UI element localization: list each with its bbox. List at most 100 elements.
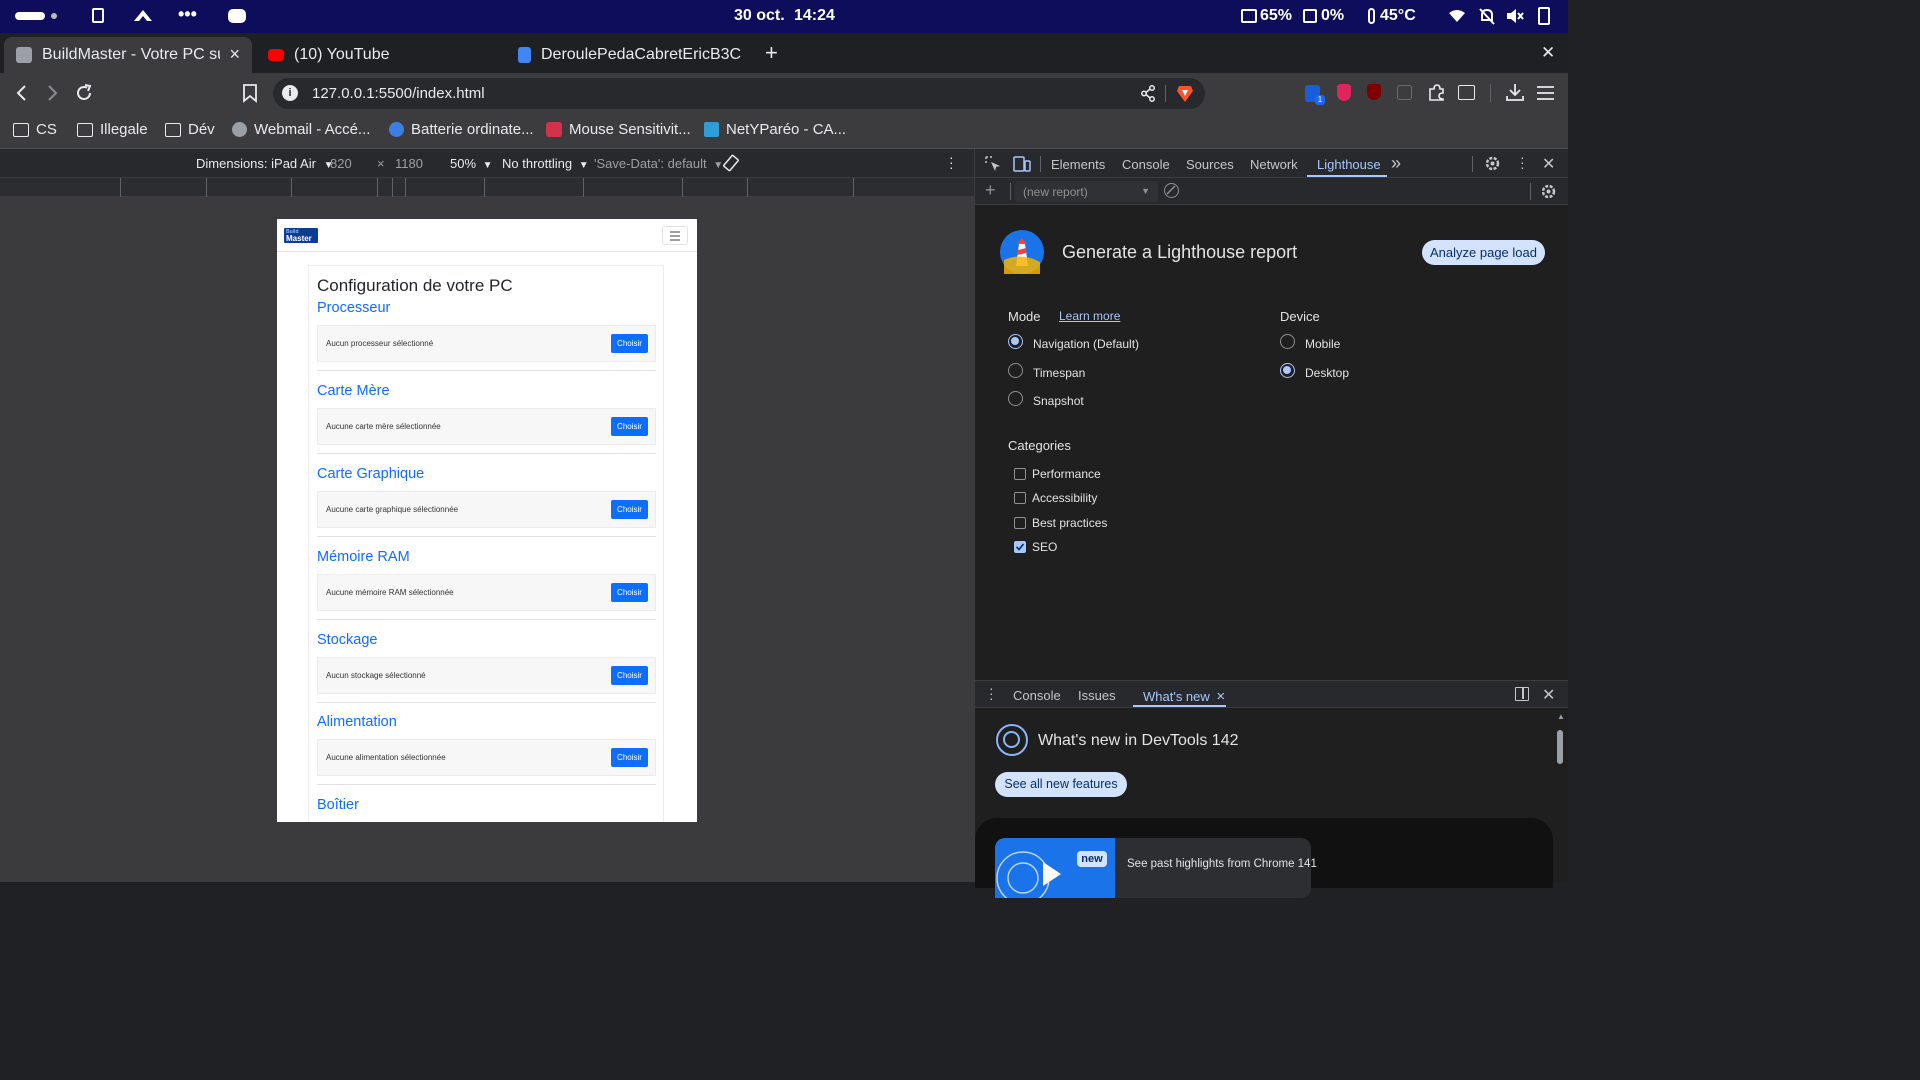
dot-icon bbox=[51, 13, 57, 19]
device-toolbar-more-icon[interactable]: · · · bbox=[949, 150, 954, 174]
devtools-settings-gear-icon[interactable] bbox=[1484, 155, 1501, 175]
highlight-text[interactable]: See past highlights from Chrome 141 bbox=[1127, 858, 1317, 870]
forward-arrow-icon[interactable] bbox=[44, 84, 60, 106]
drawer-close-icon[interactable]: ✕ bbox=[1542, 685, 1555, 705]
mode-snapshot-label[interactable]: Snapshot bbox=[1033, 394, 1084, 408]
category-best-practices-checkbox[interactable] bbox=[1014, 517, 1026, 529]
tab-elements[interactable]: Elements bbox=[1051, 157, 1105, 172]
bookmark-icon[interactable] bbox=[242, 84, 258, 107]
devtools-close-icon[interactable]: ✕ bbox=[1542, 154, 1555, 174]
device-desktop-radio[interactable] bbox=[1280, 363, 1295, 378]
category-seo-checkbox[interactable] bbox=[1014, 541, 1026, 553]
zoom-label: 50% bbox=[450, 156, 477, 171]
category-performance-checkbox[interactable] bbox=[1014, 468, 1026, 480]
mode-navigation-label[interactable]: Navigation (Default) bbox=[1033, 337, 1139, 351]
tab-console[interactable]: Console bbox=[1122, 157, 1170, 172]
drawer-tab-console[interactable]: Console bbox=[1013, 688, 1061, 703]
reload-icon[interactable] bbox=[74, 83, 94, 107]
ublock-icon[interactable] bbox=[1367, 84, 1381, 100]
component-row-processeur: Aucun processeur sélectionné Choisir bbox=[317, 325, 656, 362]
shield-extension-icon[interactable] bbox=[1337, 84, 1351, 101]
back-arrow-icon[interactable] bbox=[14, 84, 30, 106]
category-performance-label[interactable]: Performance bbox=[1032, 467, 1101, 481]
highlights-card[interactable]: new See past highlights from Chrome 141 bbox=[975, 818, 1553, 898]
height-input[interactable]: 1180 bbox=[395, 156, 423, 171]
tab-search-icon[interactable] bbox=[1458, 85, 1475, 100]
width-input[interactable]: 820 bbox=[330, 156, 352, 171]
category-seo-label[interactable]: SEO bbox=[1032, 540, 1057, 554]
inspect-element-icon[interactable] bbox=[985, 156, 1001, 175]
navbar-toggler-icon[interactable] bbox=[662, 226, 688, 245]
bookmark-netypareo[interactable]: NetYParéo - CA... bbox=[704, 121, 846, 138]
device-mobile-label[interactable]: Mobile bbox=[1305, 337, 1340, 351]
device-mode-icon[interactable] bbox=[1013, 156, 1031, 175]
bookmark-cs[interactable]: CS bbox=[13, 121, 57, 138]
device-select[interactable]: Dimensions: iPad Air ▼ bbox=[196, 156, 333, 171]
mouse-site-icon bbox=[546, 122, 562, 137]
mode-snapshot-radio[interactable] bbox=[1008, 391, 1023, 406]
choose-memoire-ram-button[interactable]: Choisir bbox=[611, 583, 648, 602]
save-data-select[interactable]: 'Save-Data': default ▼ bbox=[594, 156, 723, 171]
section-title-memoire-ram: Mémoire RAM bbox=[317, 549, 410, 565]
drawer-tab-issues[interactable]: Issues bbox=[1078, 688, 1116, 703]
tab-network[interactable]: Network bbox=[1250, 157, 1298, 172]
more-tabs-chevron-icon[interactable]: » bbox=[1391, 153, 1401, 174]
choose-carte-graphique-button[interactable]: Choisir bbox=[611, 500, 648, 519]
device-mobile-radio[interactable] bbox=[1280, 334, 1295, 349]
extensions-puzzle-icon[interactable] bbox=[1428, 84, 1445, 106]
rotate-icon[interactable] bbox=[722, 154, 740, 175]
choose-carte-mere-button[interactable]: Choisir bbox=[611, 417, 648, 436]
site-info-icon[interactable]: i bbox=[282, 85, 298, 101]
analyze-page-load-button[interactable]: Analyze page load bbox=[1422, 240, 1545, 265]
report-select[interactable]: (new report) ▼ bbox=[1015, 181, 1158, 202]
tab-title: BuildMaster - Votre PC sur m bbox=[42, 46, 220, 63]
tab-sources[interactable]: Sources bbox=[1186, 157, 1234, 172]
learn-more-link[interactable]: Learn more bbox=[1059, 309, 1120, 323]
clear-reports-icon[interactable] bbox=[1164, 183, 1179, 198]
brave-shields-icon[interactable] bbox=[1176, 84, 1194, 108]
new-tab-button[interactable]: + bbox=[765, 40, 778, 66]
download-icon[interactable] bbox=[1506, 83, 1524, 107]
buildmaster-logo[interactable]: Build Master bbox=[284, 228, 318, 243]
mode-timespan-label[interactable]: Timespan bbox=[1033, 366, 1085, 380]
see-all-new-features-button[interactable]: See all new features bbox=[995, 772, 1127, 797]
close-tab-icon[interactable]: × bbox=[1216, 688, 1225, 705]
bookmark-batterie[interactable]: Batterie ordinate... bbox=[389, 121, 534, 138]
mode-timespan-radio[interactable] bbox=[1008, 363, 1023, 378]
zoom-select[interactable]: 50% ▼ bbox=[450, 156, 493, 171]
tab-lighthouse[interactable]: Lighthouse bbox=[1317, 157, 1381, 172]
bookmark-mouse-sensitivity[interactable]: Mouse Sensitivit... bbox=[546, 121, 691, 138]
device-desktop-label[interactable]: Desktop bbox=[1305, 366, 1349, 380]
mode-label: Mode bbox=[1008, 309, 1041, 324]
mode-navigation-radio[interactable] bbox=[1008, 334, 1023, 349]
lighthouse-settings-gear-icon[interactable] bbox=[1540, 183, 1557, 205]
throttling-select[interactable]: No throttling ▼ bbox=[502, 156, 589, 171]
tab-buildmaster[interactable]: BuildMaster - Votre PC sur m × bbox=[4, 37, 252, 73]
lighthouse-toolbar: + (new report) ▼ bbox=[975, 178, 1568, 205]
os-status-bar: ••• 30 oct. 14:24 65% 0% 45°C bbox=[0, 0, 1568, 33]
choose-alimentation-button[interactable]: Choisir bbox=[611, 748, 648, 767]
category-best-practices-label[interactable]: Best practices bbox=[1032, 516, 1107, 530]
window-close-button[interactable]: ✕ bbox=[1541, 43, 1555, 63]
dock-side-icon[interactable] bbox=[1515, 687, 1529, 701]
bookmark-illegale[interactable]: Illegale bbox=[77, 121, 148, 138]
url-text[interactable]: 127.0.0.1:5500/index.html bbox=[312, 85, 485, 102]
drawer-scrollbar[interactable]: ▲ bbox=[1555, 712, 1565, 882]
tab-youtube[interactable]: (10) YouTube bbox=[256, 37, 500, 73]
share-icon[interactable] bbox=[1140, 85, 1156, 107]
drawer-menu-icon[interactable]: · · · bbox=[989, 681, 994, 705]
bookmark-webmail[interactable]: Webmail - Accé... bbox=[232, 121, 370, 138]
recycle-extension-icon[interactable] bbox=[1397, 85, 1412, 100]
address-bar[interactable]: i 127.0.0.1:5500/index.html bbox=[273, 78, 1205, 109]
tab-close-icon[interactable]: × bbox=[229, 44, 240, 65]
new-report-plus-icon[interactable]: + bbox=[985, 180, 996, 201]
choose-processeur-button[interactable]: Choisir bbox=[611, 334, 648, 353]
drawer-tab-whats-new[interactable]: What's new × bbox=[1143, 688, 1225, 705]
tab-google-doc[interactable]: DeroulePedaCabretEricB3C25l bbox=[506, 37, 752, 73]
bookmark-dev[interactable]: Dév bbox=[165, 121, 215, 138]
menu-hamburger-icon[interactable] bbox=[1537, 86, 1554, 105]
choose-stockage-button[interactable]: Choisir bbox=[611, 666, 648, 685]
devtools-more-options-icon[interactable]: · · · bbox=[1520, 150, 1525, 174]
category-accessibility-label[interactable]: Accessibility bbox=[1032, 491, 1097, 505]
category-accessibility-checkbox[interactable] bbox=[1014, 492, 1026, 504]
